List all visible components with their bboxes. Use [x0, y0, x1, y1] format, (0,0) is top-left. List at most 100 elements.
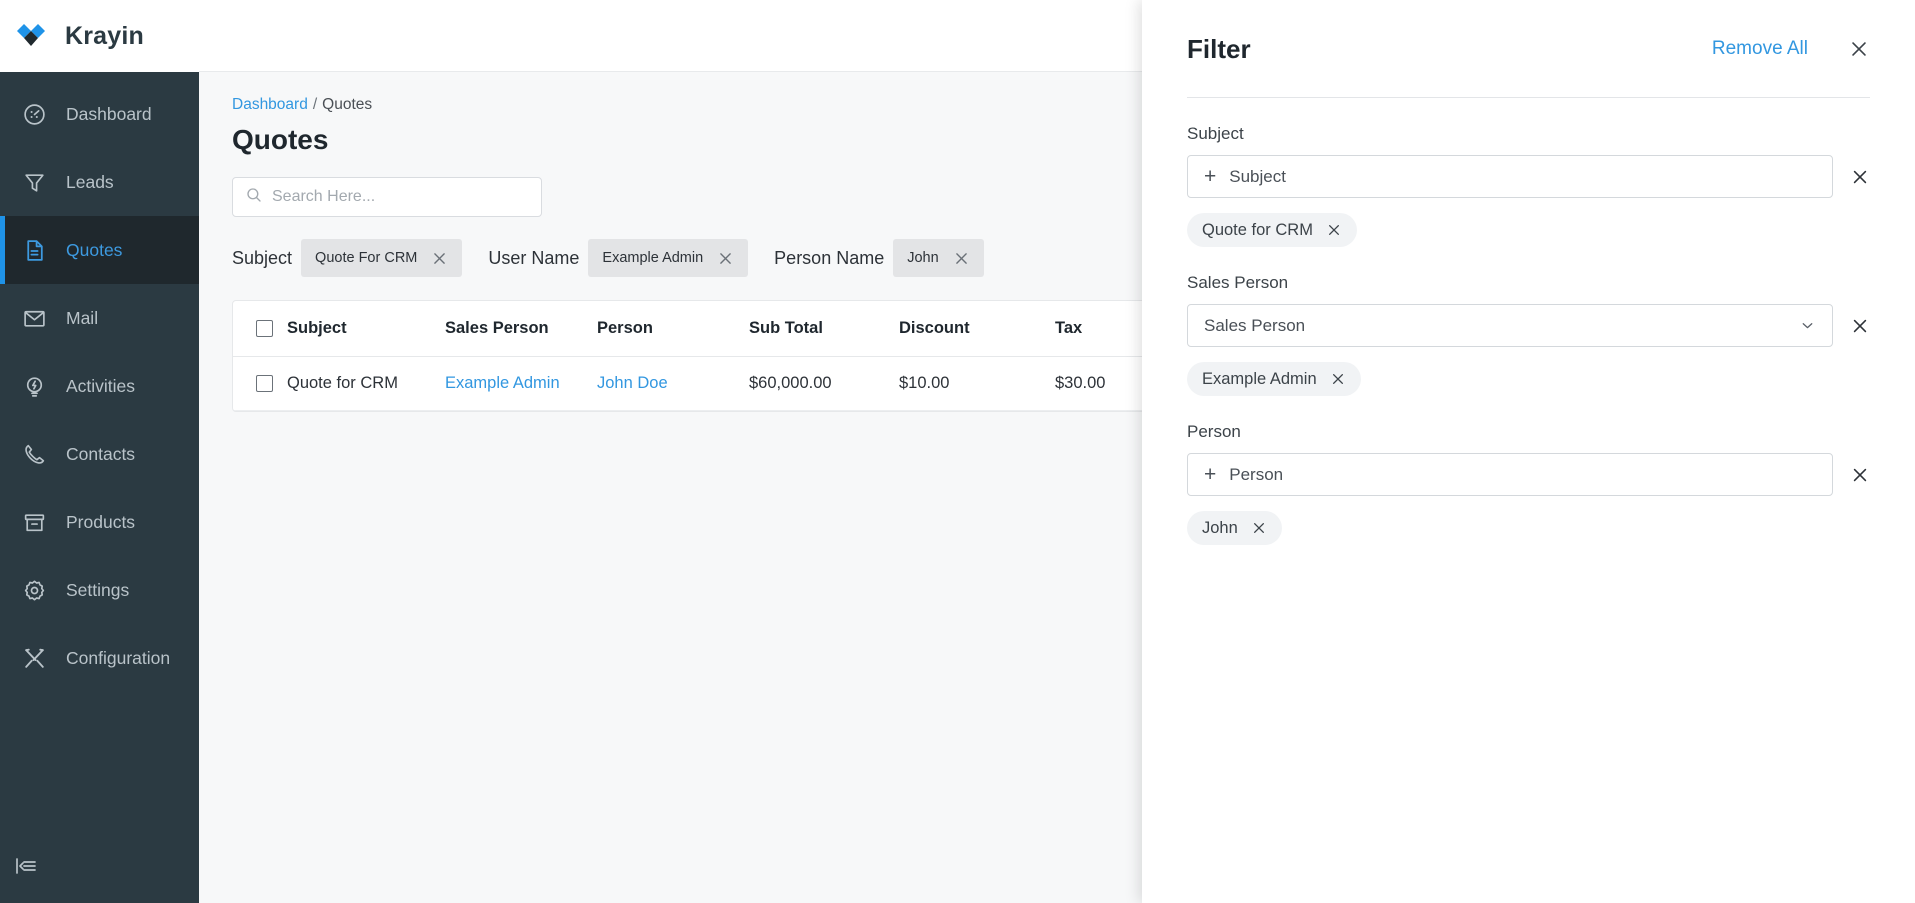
row-select-cell	[233, 356, 287, 411]
chip-remove-icon[interactable]	[953, 250, 970, 267]
gear-icon	[22, 578, 47, 603]
filter-panel-divider	[1187, 97, 1870, 98]
sidebar-item-configuration[interactable]: Configuration	[0, 624, 199, 692]
tag-remove-icon[interactable]	[1251, 520, 1267, 536]
tag[interactable]: Example Admin	[1187, 362, 1361, 396]
sidebar-item-leads[interactable]: Leads	[0, 148, 199, 216]
chip-label: User Name	[488, 247, 580, 268]
sidebar-item-label: Dashboard	[66, 103, 152, 124]
sidebar-item-label: Activities	[66, 375, 136, 396]
chip-remove-icon[interactable]	[717, 250, 734, 267]
chevron-down-icon	[1799, 317, 1816, 334]
collapse-sidebar-icon	[14, 854, 38, 883]
person-selected-tags: John	[1187, 511, 1870, 545]
sidebar-item-label: Leads	[66, 171, 114, 192]
search-icon	[245, 186, 263, 209]
sidebar: Krayin Dashboard Leads Quotes Mail Activ…	[0, 0, 199, 903]
sales-person-link[interactable]: Example Admin	[445, 374, 560, 392]
select-all-checkbox[interactable]	[256, 320, 273, 337]
filter-group-label: Sales Person	[1187, 273, 1289, 292]
funnel-icon	[22, 170, 47, 195]
sales-person-select[interactable]: Sales Person	[1187, 304, 1833, 347]
filter-panel-header: Filter Remove All	[1187, 26, 1870, 72]
sidebar-item-products[interactable]: Products	[0, 488, 199, 556]
sidebar-item-quotes[interactable]: Quotes	[0, 216, 199, 284]
sidebar-item-dashboard[interactable]: Dashboard	[0, 80, 199, 148]
tag-remove-icon[interactable]	[1330, 371, 1346, 387]
tag-label: Quote for CRM	[1202, 220, 1313, 239]
box-icon	[22, 510, 47, 535]
search-box[interactable]	[232, 177, 542, 217]
sidebar-item-label: Settings	[66, 579, 130, 600]
close-icon[interactable]	[1848, 38, 1870, 60]
clear-sales-person-filter-icon[interactable]	[1850, 316, 1870, 336]
dashboard-icon	[22, 102, 47, 127]
clear-subject-filter-icon[interactable]	[1850, 167, 1870, 187]
sidebar-item-contacts[interactable]: Contacts	[0, 420, 199, 488]
envelope-icon	[22, 306, 47, 331]
clear-person-filter-icon[interactable]	[1850, 465, 1870, 485]
tag[interactable]: John	[1187, 511, 1282, 545]
active-filter-subject: Subject Quote For CRM	[232, 239, 463, 277]
tag-label: John	[1202, 518, 1238, 537]
select-all-header	[233, 301, 287, 357]
chip-label: Subject	[232, 247, 293, 268]
sidebar-item-mail[interactable]: Mail	[0, 284, 199, 352]
filter-group-person: Person + Person John	[1187, 422, 1870, 545]
cell-person: John Doe	[597, 356, 749, 411]
tag[interactable]: Quote for CRM	[1187, 213, 1357, 247]
column-header-sales-person[interactable]: Sales Person	[445, 301, 597, 357]
breadcrumb-separator: /	[312, 96, 318, 113]
subject-add-field[interactable]: + Subject	[1187, 155, 1833, 198]
row-checkbox[interactable]	[256, 375, 273, 392]
sidebar-item-label: Mail	[66, 307, 99, 328]
person-add-field[interactable]: + Person	[1187, 453, 1833, 496]
field-placeholder: Subject	[1229, 166, 1286, 186]
sidebar-nav: Dashboard Leads Quotes Mail Activities C…	[0, 72, 199, 833]
filter-group-row: Sales Person	[1187, 304, 1870, 347]
tag-remove-icon[interactable]	[1326, 222, 1342, 238]
phone-icon	[22, 442, 47, 467]
brand-logo[interactable]: Krayin	[0, 0, 199, 72]
tag-label: Example Admin	[1202, 369, 1317, 388]
sidebar-item-settings[interactable]: Settings	[0, 556, 199, 624]
lightbulb-icon	[22, 374, 47, 399]
chip[interactable]: Quote For CRM	[301, 239, 463, 277]
column-header-person[interactable]: Person	[597, 301, 749, 357]
chip-label: Person Name	[774, 247, 885, 268]
active-filter-user-name: User Name Example Admin	[488, 239, 749, 277]
breadcrumb-dashboard-link[interactable]: Dashboard	[232, 96, 308, 113]
tools-icon	[22, 646, 47, 671]
main-area: Dashboard/Quotes Quotes Subject Quote Fo…	[199, 0, 1915, 903]
collapse-sidebar-button[interactable]	[0, 833, 199, 903]
subject-selected-tags: Quote for CRM	[1187, 213, 1870, 247]
active-filter-person-name: Person Name John	[774, 239, 984, 277]
sidebar-item-label: Products	[66, 511, 136, 532]
sidebar-item-label: Configuration	[66, 647, 171, 668]
filter-group-label: Person	[1187, 422, 1241, 441]
person-link[interactable]: John Doe	[597, 374, 668, 392]
sidebar-item-label: Contacts	[66, 443, 136, 464]
krayin-logo-icon	[14, 20, 54, 52]
filter-group-row: + Subject	[1187, 155, 1870, 198]
chip-remove-icon[interactable]	[431, 250, 448, 267]
search-input[interactable]	[272, 188, 529, 206]
select-value: Sales Person	[1204, 315, 1306, 335]
filter-group-label: Subject	[1187, 124, 1244, 143]
filter-panel-title: Filter	[1187, 33, 1251, 64]
column-header-subject[interactable]: Subject	[287, 301, 445, 357]
chip-value: John	[907, 250, 939, 266]
column-header-discount[interactable]: Discount	[899, 301, 1055, 357]
remove-all-button[interactable]: Remove All	[1712, 38, 1808, 60]
cell-sub-total: $60,000.00	[749, 356, 899, 411]
chip[interactable]: Example Admin	[588, 239, 749, 277]
plus-icon: +	[1204, 463, 1217, 486]
cell-subject: Quote for CRM	[287, 356, 445, 411]
sidebar-item-label: Quotes	[66, 239, 123, 260]
chip-value: Quote For CRM	[315, 250, 418, 266]
breadcrumb-current: Quotes	[322, 96, 373, 113]
column-header-sub-total[interactable]: Sub Total	[749, 301, 899, 357]
chip[interactable]: John	[893, 239, 984, 277]
sidebar-item-activities[interactable]: Activities	[0, 352, 199, 420]
filter-group-row: + Person	[1187, 453, 1870, 496]
